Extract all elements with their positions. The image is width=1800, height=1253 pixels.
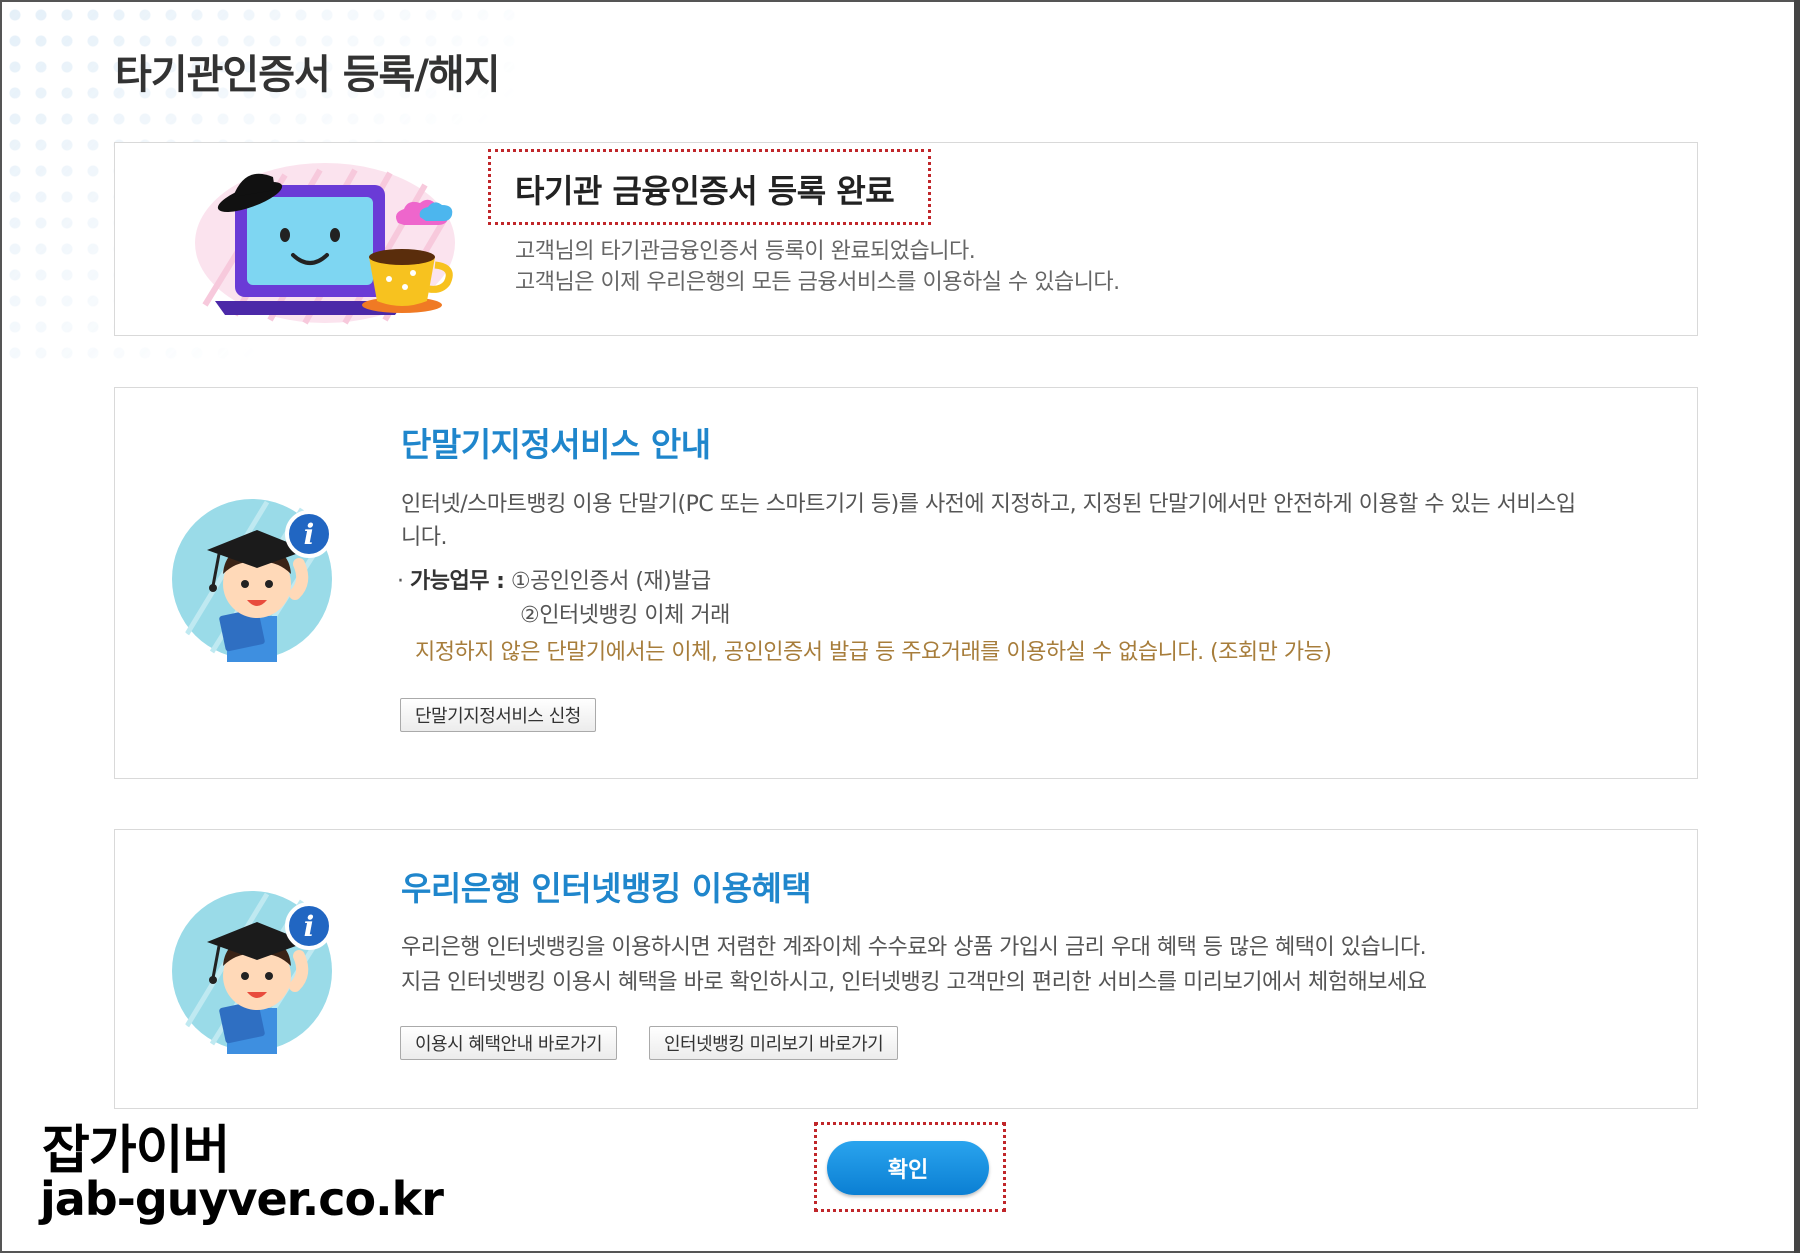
completion-message-line1: 고객님의 타기관금융인증서 등록이 완료되었습니다. <box>515 239 976 264</box>
device-service-title: 단말기지정서비스 안내 <box>401 425 711 464</box>
panel-gap <box>116 1088 616 1108</box>
device-service-desc-line2: 니다. <box>401 525 447 550</box>
device-service-panel: i 단말기지정서비스 안내 인터넷/스마트뱅킹 이용 단말기(PC 또는 스마트… <box>114 387 1698 779</box>
available-task-1: ①공인인증서 (재)발급 <box>510 569 711 594</box>
right-border <box>1794 0 1800 1253</box>
graduate-info-icon: i <box>167 891 333 1056</box>
page-title: 타기관인증서 등록/해지 <box>115 52 501 98</box>
benefits-guide-button[interactable]: 이용시 혜택안내 바로가기 <box>400 1026 618 1060</box>
coffee-cup-icon <box>362 249 453 313</box>
benefits-title: 우리은행 인터넷뱅킹 이용혜택 <box>401 869 812 908</box>
benefits-line2: 지금 인터넷뱅킹 이용시 혜택을 바로 확인하시고, 인터넷뱅킹 고객만의 편리… <box>401 970 1427 995</box>
available-tasks-label: 가능업무 : <box>410 569 505 594</box>
completion-title-highlight: 타기관 금융인증서 등록 완료 <box>488 149 932 225</box>
completion-title: 타기관 금융인증서 등록 완료 <box>515 172 895 210</box>
benefits-panel: i 우리은행 인터넷뱅킹 이용혜택 우리은행 인터넷뱅킹을 이용하시면 저렴한 … <box>114 829 1698 1109</box>
available-tasks-row: · 가능업무 : ①공인인증서 (재)발급 <box>397 563 711 595</box>
confirm-highlight: 확인 <box>814 1122 1006 1212</box>
completion-panel: 타기관 금융인증서 등록 완료 고객님의 타기관금융인증서 등록이 완료되었습니… <box>114 142 1698 336</box>
svg-text:i: i <box>304 518 315 551</box>
benefits-line1: 우리은행 인터넷뱅킹을 이용하시면 저렴한 계좌이체 수수료와 상품 가입시 금… <box>401 935 1427 960</box>
device-service-desc-line1: 인터넷/스마트뱅킹 이용 단말기(PC 또는 스마트기기 등)를 사전에 지정하… <box>401 492 1576 517</box>
preview-button[interactable]: 인터넷뱅킹 미리보기 바로가기 <box>649 1026 899 1060</box>
device-service-apply-button[interactable]: 단말기지정서비스 신청 <box>400 698 596 732</box>
device-service-warning: 지정하지 않은 단말기에서는 이체, 공인인증서 발급 등 주요거래를 이용하실… <box>415 640 1332 665</box>
completion-message-line2: 고객님은 이제 우리은행의 모든 금융서비스를 이용하실 수 있습니다. <box>515 270 1120 295</box>
page-frame: 타기관인증서 등록/해지 타기관 금융인증서 등록 완료 고객님의 타기관금융인… <box>0 0 1800 1253</box>
confirm-button[interactable]: 확인 <box>827 1141 989 1195</box>
svg-text:i: i <box>304 910 315 943</box>
bullet-dot: · <box>397 569 410 594</box>
available-task-2: ②인터넷뱅킹 이체 거래 <box>520 603 730 628</box>
cloud-icon <box>396 199 453 225</box>
watermark-url: jab-guyver.co.kr <box>40 1172 444 1226</box>
graduate-info-icon: i <box>167 499 333 664</box>
